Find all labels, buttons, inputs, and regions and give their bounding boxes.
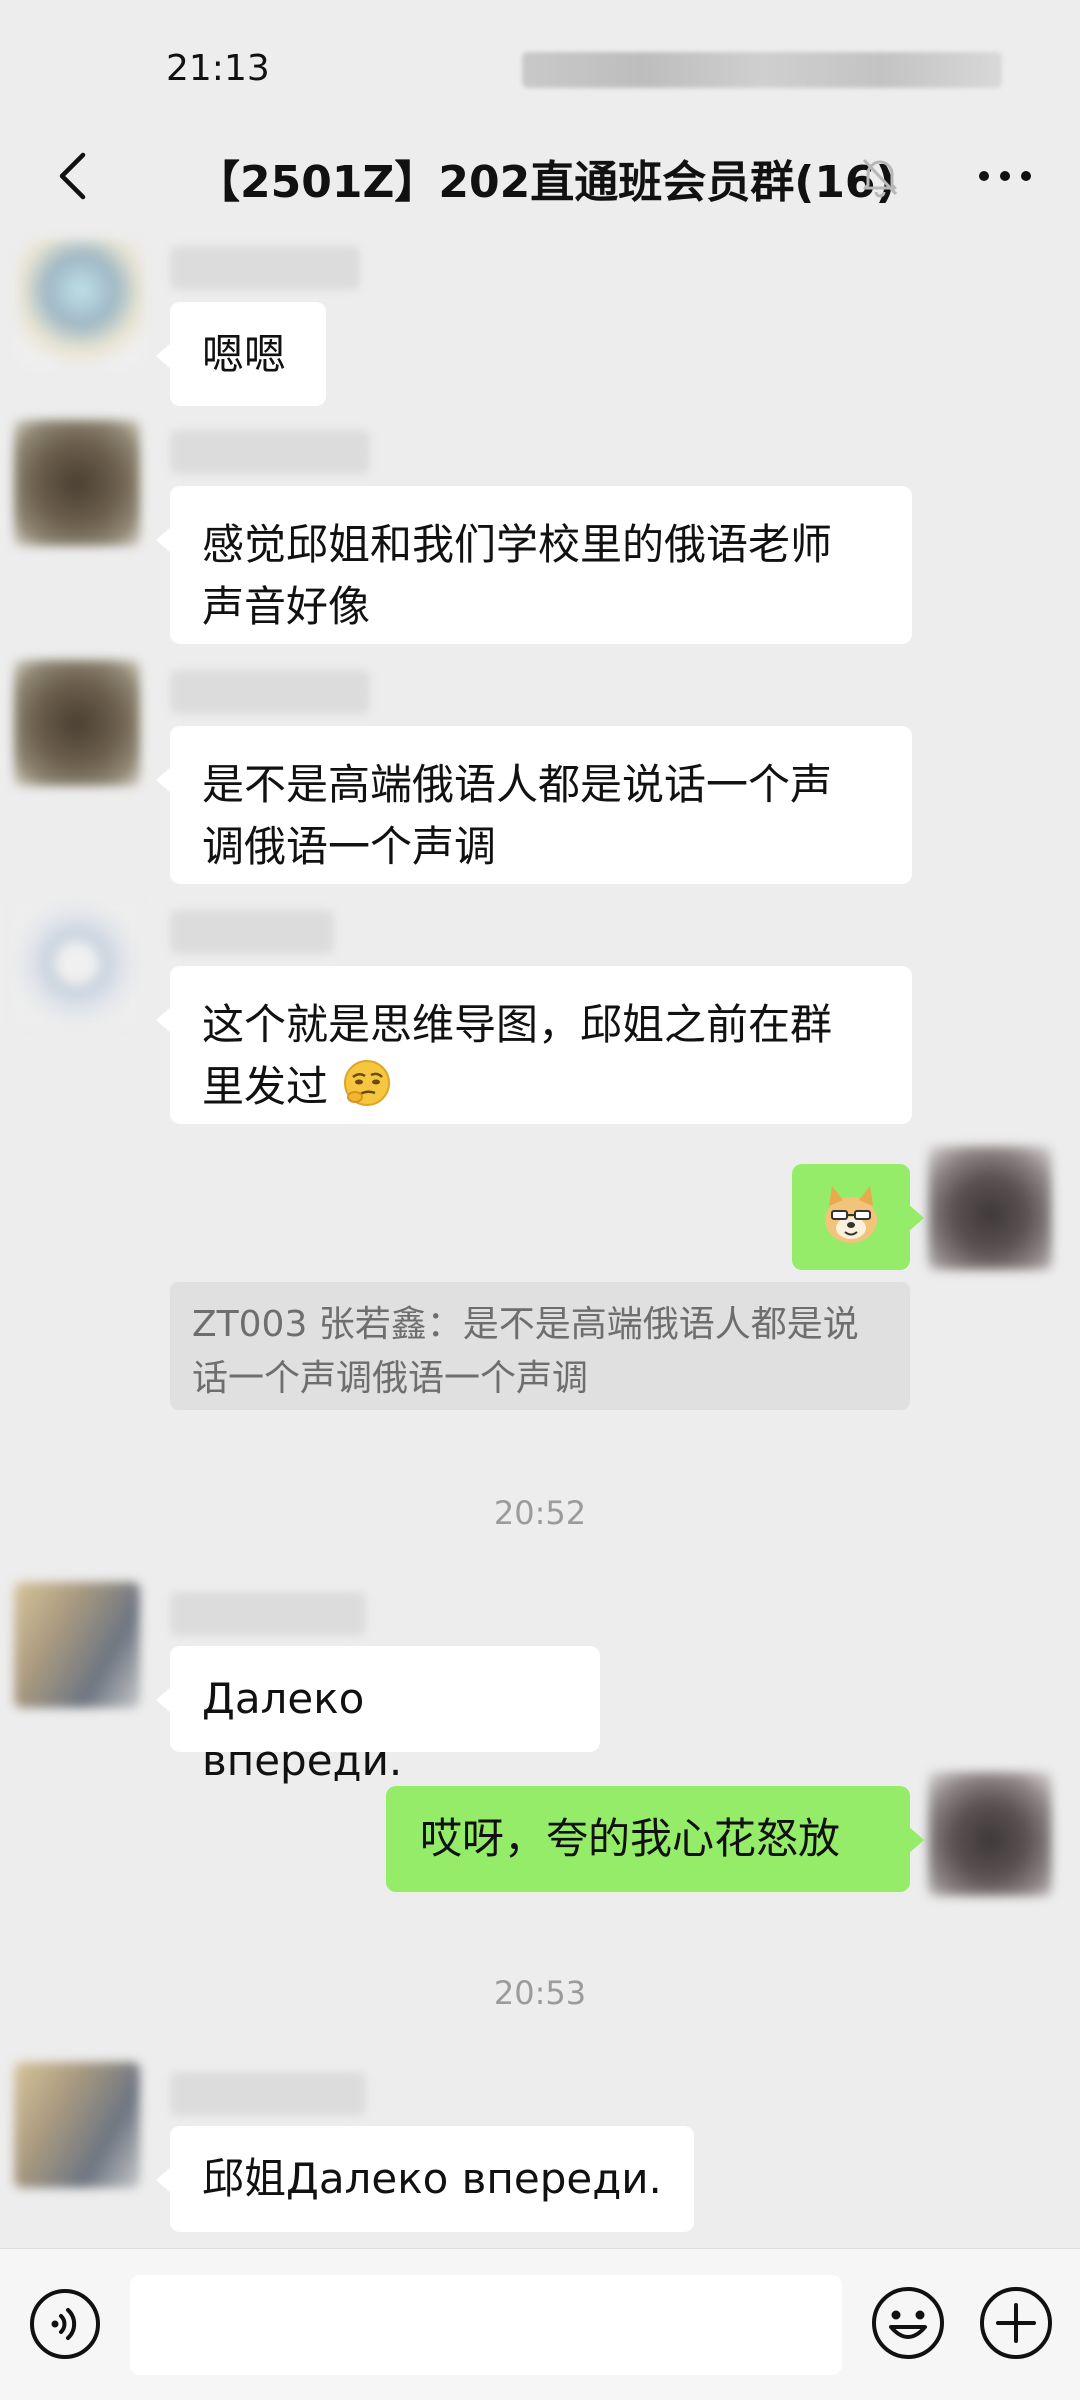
my-avatar[interactable]	[928, 1146, 1052, 1270]
message-text: 里发过	[202, 1062, 329, 1111]
message-text-line: 这个就是思维导图，邱姐之前在群	[202, 1000, 833, 1049]
message-text: 哎呀，夸的我心花怒放	[420, 1814, 841, 1863]
message-input[interactable]	[130, 2275, 842, 2375]
mute-bell-icon	[862, 158, 898, 198]
message-timestamp: 20:52	[493, 1494, 587, 1532]
message-bubble[interactable]: 感觉邱姐和我们学校里的俄语老师 声音好像	[156, 486, 912, 644]
message-bubble[interactable]: 哎呀，夸的我心花怒放	[386, 1786, 924, 1892]
message-text-line: 调俄语一个声调	[202, 822, 497, 871]
avatar[interactable]	[14, 900, 140, 1026]
avatar[interactable]	[14, 1582, 140, 1708]
my-avatar[interactable]	[928, 1772, 1052, 1896]
message-bubble[interactable]: 邱姐Далеко впереди.	[156, 2126, 694, 2232]
chat-title[interactable]: 【2501Z】202直通班会员群(16)	[196, 146, 896, 210]
sender-name-blurred	[170, 1592, 366, 1636]
quoted-message[interactable]: ZT003 张若鑫：是不是高端俄语人都是说 话一个声调俄语一个声调	[170, 1282, 910, 1410]
status-bar: 21:13	[0, 0, 1080, 130]
back-arrow-icon	[59, 152, 86, 200]
message-text-line: 声音好像	[202, 582, 371, 631]
status-time: 21:13	[166, 48, 270, 89]
sender-name-blurred	[170, 246, 360, 290]
message-timestamp: 20:53	[493, 1974, 587, 2012]
status-icons-blurred	[522, 52, 1002, 88]
more-dots-icon	[979, 171, 1031, 181]
avatar[interactable]	[14, 660, 140, 786]
message-bubble[interactable]: 是不是高端俄语人都是说话一个声 调俄语一个声调	[156, 726, 912, 884]
quote-text-line: 话一个声调俄语一个声调	[192, 1358, 589, 1399]
back-button[interactable]	[40, 144, 104, 208]
sender-name-blurred	[170, 910, 334, 954]
quote-text-line: ZT003 张若鑫：是不是高端俄语人都是说	[192, 1304, 859, 1345]
chat-input-bar	[0, 2248, 1080, 2400]
message-text: 邱姐Далеко впереди.	[202, 2154, 662, 2203]
message-text-line: 感觉邱姐和我们学校里的俄语老师	[202, 520, 833, 569]
doge-sticker	[825, 1186, 877, 1243]
plus-icon[interactable]	[978, 2285, 1054, 2361]
sender-name-blurred	[170, 2072, 366, 2116]
message-bubble[interactable]: Далеко впереди.	[156, 1646, 600, 1785]
message-text-line: 是不是高端俄语人都是说话一个声	[202, 760, 833, 809]
message-bubble[interactable]: 嗯嗯	[156, 302, 326, 406]
sender-name-blurred	[170, 670, 370, 714]
message-text: 嗯嗯	[202, 330, 287, 379]
emoji-face-icon[interactable]	[870, 2285, 946, 2361]
voice-icon[interactable]	[28, 2287, 102, 2361]
more-options-button[interactable]	[970, 150, 1040, 202]
message-bubble[interactable]: 这个就是思维导图，邱姐之前在群 里发过	[156, 966, 912, 1124]
message-text-line: 里发过	[202, 1056, 880, 1118]
sender-name-blurred	[170, 430, 370, 474]
avatar[interactable]	[14, 2062, 140, 2188]
avatar[interactable]	[14, 420, 140, 546]
thinking-face-emoji	[344, 1060, 391, 1106]
avatar[interactable]	[18, 240, 144, 366]
message-text: Далеко впереди.	[202, 1674, 403, 1785]
chat-header: 【2501Z】202直通班会员群(16)	[0, 120, 1080, 232]
sticker-bubble[interactable]	[792, 1164, 924, 1270]
